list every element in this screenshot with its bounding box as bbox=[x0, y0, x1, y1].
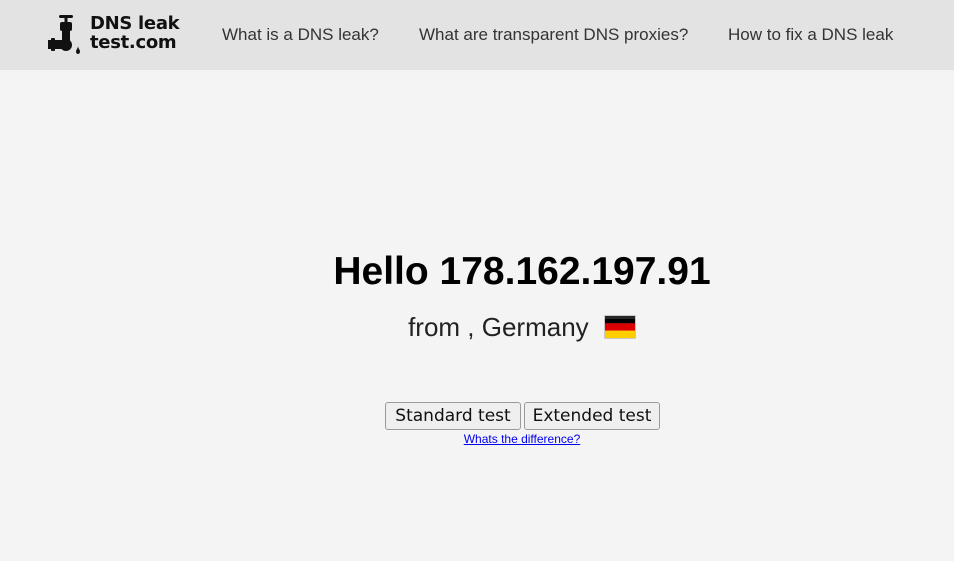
standard-test-button[interactable]: Standard test bbox=[385, 402, 521, 430]
extended-test-button[interactable]: Extended test bbox=[524, 402, 660, 430]
location-text: from , Germany bbox=[408, 312, 589, 342]
logo-text: DNS leak test.com bbox=[90, 13, 180, 53]
nav-how-to-fix[interactable]: How to fix a DNS leak bbox=[728, 25, 893, 45]
logo-line-2: test.com bbox=[90, 32, 177, 53]
logo-line-1: DNS leak bbox=[90, 13, 180, 34]
difference-link-container: Whats the difference? bbox=[90, 432, 954, 447]
nav-what-is-dns-leak[interactable]: What is a DNS leak? bbox=[222, 25, 379, 45]
location-line: from , Germany bbox=[90, 311, 954, 343]
faucet-icon bbox=[48, 15, 80, 54]
nav-transparent-dns-proxies[interactable]: What are transparent DNS proxies? bbox=[419, 25, 688, 45]
difference-link[interactable]: Whats the difference? bbox=[464, 432, 581, 446]
site-logo[interactable]: DNS leak test.com bbox=[48, 13, 188, 55]
greeting-heading: Hello 178.162.197.91 bbox=[333, 250, 711, 293]
germany-flag-icon bbox=[603, 315, 636, 339]
site-header: DNS leak test.com What is a DNS leak? Wh… bbox=[0, 0, 954, 70]
